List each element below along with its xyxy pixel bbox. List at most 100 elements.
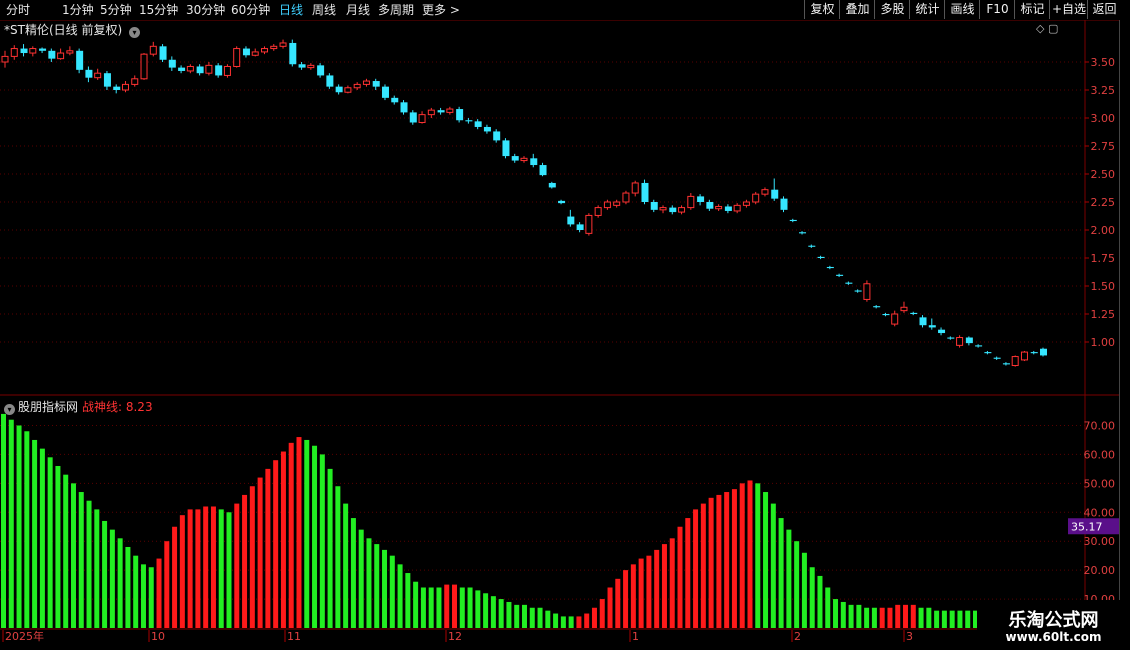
indicator-bar <box>452 584 458 628</box>
indicator-bar <box>856 604 862 628</box>
indicator-bar <box>389 555 395 628</box>
indicator-bar <box>24 431 30 628</box>
candle-body-up <box>29 48 37 54</box>
candle-body-down <box>20 48 28 54</box>
candle-body-down <box>567 216 575 225</box>
indicator-bar <box>864 607 870 628</box>
price-tick-label: 1.75 <box>1091 252 1116 265</box>
candle-body-down <box>502 140 510 157</box>
candle-body-up <box>622 192 630 203</box>
right-side-strip[interactable] <box>1119 20 1130 630</box>
indicator-bar <box>459 587 465 628</box>
candle-body-down <box>558 200 566 204</box>
candle-body-up <box>585 214 593 234</box>
candle-body-down <box>1030 352 1038 354</box>
candle-body-up <box>631 182 639 194</box>
candle-body-up <box>742 201 750 206</box>
indicator-bar <box>350 518 356 628</box>
candle-body-down <box>159 46 167 60</box>
indicator-tick-label: 30.00 <box>1084 535 1116 548</box>
indicator-bar <box>755 483 761 628</box>
price-tick-label: 3.50 <box>1091 56 1116 69</box>
candle-body-up <box>603 201 611 209</box>
indicator-bar <box>397 564 403 628</box>
indicator-bar <box>296 437 302 628</box>
candle-body-up <box>353 83 361 89</box>
indicator-bar <box>39 448 45 628</box>
chart-area[interactable]: 3.50 3.25 3.00 2.75 2.50 2.25 2.00 1.75 1.50 1.25… <box>0 0 1130 650</box>
indicator-bar <box>700 503 706 628</box>
candle-body-down <box>242 48 250 56</box>
indicator-bar <box>164 541 170 628</box>
indicator-bar <box>934 610 940 628</box>
candle-body-down <box>113 86 121 90</box>
candle-body-up <box>131 78 139 85</box>
candle-body-down <box>706 202 714 209</box>
candle-body-up <box>613 201 621 206</box>
indicator-bar <box>63 474 69 628</box>
indicator-bar <box>413 581 419 628</box>
candle-body-up <box>251 51 259 56</box>
price-tick-label: 2.25 <box>1091 196 1116 209</box>
candle-body-down <box>548 182 556 188</box>
candle-body-down <box>882 314 890 316</box>
candle-body-up <box>594 207 602 216</box>
candle-body-up <box>66 50 74 54</box>
indicator-bar <box>957 610 963 628</box>
indicator-tick-label: 60.00 <box>1084 448 1116 461</box>
indicator-bar <box>187 509 193 628</box>
candle-body-up <box>94 72 102 79</box>
candle-body-up <box>307 64 315 69</box>
indicator-bar <box>343 503 349 628</box>
indicator-bar <box>685 518 691 628</box>
indicator-bar <box>591 607 597 628</box>
indicator-bar <box>32 439 38 628</box>
candle-body-up <box>121 83 129 91</box>
candle-body-down <box>335 86 343 93</box>
candle-body-up <box>205 64 213 74</box>
candle-body-down <box>372 81 380 87</box>
indicator-bar <box>148 567 154 628</box>
candle-body-up <box>659 207 667 211</box>
indicator-bar <box>809 567 815 628</box>
indicator-bar <box>8 419 14 628</box>
candle-body-down <box>317 65 325 76</box>
indicator-bar <box>879 607 885 628</box>
indicator-bar <box>739 483 745 628</box>
indicator-bar <box>319 454 325 628</box>
indicator-bar <box>529 607 535 628</box>
candle-body-up <box>233 48 241 67</box>
current-value-text: 35.17 <box>1071 520 1103 533</box>
indicator-bar <box>327 468 333 628</box>
indicator-bar <box>117 538 123 628</box>
watermark: 乐淘公式网 www.60lt.com <box>977 600 1130 650</box>
indicator-bar <box>444 584 450 628</box>
candle-body-down <box>650 202 658 210</box>
candlestick-series <box>1 39 1047 367</box>
indicator-bar <box>584 613 590 628</box>
candle-body-down <box>938 329 946 334</box>
date-label: 10 <box>151 630 165 643</box>
indicator-bar <box>607 587 613 628</box>
candle-body-down <box>400 102 408 113</box>
date-label: 2 <box>794 630 801 643</box>
candle-body-up <box>362 80 370 85</box>
candle-body-down <box>854 290 862 292</box>
indicator-bar <box>203 506 209 628</box>
indicator-dropdown-icon[interactable]: ▾ <box>4 404 15 415</box>
candle-body-up <box>956 337 964 346</box>
candle-body-down <box>511 156 519 161</box>
indicator-bar <box>887 607 893 628</box>
indicator-bar <box>218 509 224 628</box>
indicator-bar <box>638 558 644 628</box>
candle-body-up <box>344 87 352 93</box>
indicator-bar <box>840 601 846 628</box>
candle-body-down <box>799 232 807 234</box>
candle-body-down <box>984 352 992 354</box>
candle-body-down <box>576 224 584 230</box>
indicator-bar <box>47 457 53 628</box>
date-label: 1 <box>632 630 639 643</box>
candle-body-down <box>1040 348 1047 356</box>
indicator-title: ▾ 股朋指标网 <box>4 398 78 415</box>
indicator-bar <box>226 512 232 628</box>
